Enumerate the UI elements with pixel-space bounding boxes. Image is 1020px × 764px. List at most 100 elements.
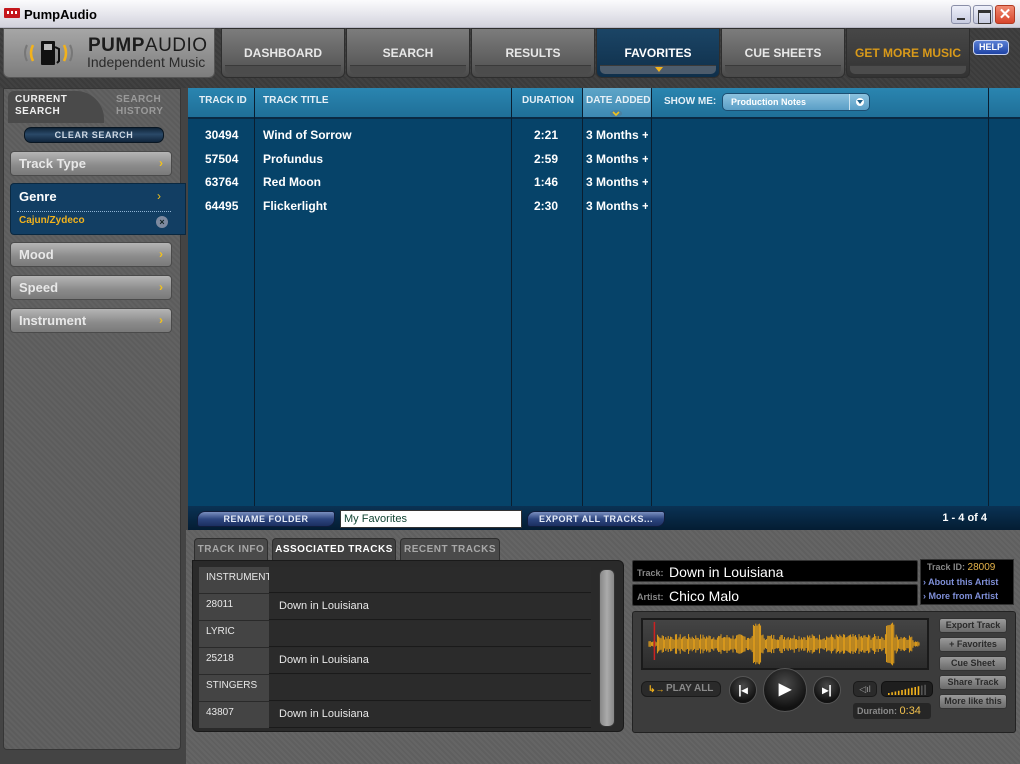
clear-search-button[interactable]: CLEAR SEARCH (24, 127, 164, 143)
share-track-button[interactable]: Share Track (939, 675, 1007, 690)
tab-recent-tracks[interactable]: RECENT TRACKS (400, 538, 500, 560)
group-header: LYRIC (199, 621, 591, 647)
remove-filter-icon[interactable]: × (156, 216, 168, 228)
show-me-dropdown[interactable]: Production Notes (722, 93, 870, 111)
filter-mood[interactable]: Mood › (10, 242, 172, 267)
rename-folder-button[interactable]: RENAME FOLDER (197, 511, 335, 527)
column-divider (988, 88, 989, 506)
filter-instrument[interactable]: Instrument › (10, 308, 172, 333)
play-all-button[interactable]: ↳→ PLAY ALL (641, 681, 721, 697)
volume-bar (921, 685, 923, 695)
export-all-tracks-button[interactable]: EXPORT ALL TRACKS... (527, 511, 665, 527)
column-divider (651, 88, 652, 506)
app-window: PumpAudio ✕ PUMPAUDIO Independent Music … (0, 0, 1020, 764)
header: PUMPAUDIO Independent Music DASHBOARD SE… (0, 28, 1020, 88)
play-button[interactable]: ▶ (763, 668, 807, 712)
nav-tab-dashboard[interactable]: DASHBOARD (221, 28, 345, 78)
group-header: STINGERS (199, 675, 591, 701)
scrollbar[interactable] (599, 569, 615, 727)
folder-name-input[interactable] (340, 510, 522, 528)
tab-current-search[interactable]: CURRENT SEARCH (15, 94, 67, 118)
chevron-right-icon: › (159, 280, 163, 294)
col-header-track-title[interactable]: TRACK TITLE (263, 88, 329, 117)
volume-icon[interactable]: ◁ıl (853, 681, 877, 697)
volume-bar (907, 688, 910, 695)
cue-sheet-button[interactable]: Cue Sheet (939, 656, 1007, 671)
show-me-label: SHOW ME: (664, 96, 717, 107)
tab-search-history[interactable]: SEARCH HISTORY (116, 94, 163, 118)
col-header-track-id[interactable]: TRACK ID (199, 88, 247, 117)
chevron-right-icon: › (159, 313, 163, 327)
divider (17, 211, 171, 212)
volume-bar (897, 690, 900, 695)
title-bar: PumpAudio ✕ (0, 0, 1020, 28)
nav-tab-results[interactable]: RESULTS (471, 28, 595, 78)
track-meta: Track ID: 28009 › About this Artist › Mo… (920, 559, 1014, 605)
next-track-button[interactable]: ▸| (813, 676, 841, 704)
favorites-track-list: TRACK ID TRACK TITLE DURATION DATE ADDED… (188, 88, 1020, 530)
duration-readout: Duration: 0:34 (853, 703, 931, 719)
help-button[interactable]: HELP (973, 40, 1009, 55)
associated-tracks-panel: INSTRUMENTAL 28011Down in Louisiana LYRI… (192, 560, 624, 732)
list-header: TRACK ID TRACK TITLE DURATION DATE ADDED… (188, 88, 1020, 119)
filter-track-type[interactable]: Track Type › (10, 151, 172, 176)
active-caret-icon (655, 67, 663, 72)
volume-bar (914, 687, 916, 695)
pagination-count: 1 - 4 of 4 (942, 512, 987, 524)
nav-tab-get-more-music[interactable]: GET MORE MUSIC (846, 28, 970, 78)
close-icon: ✕ (998, 6, 1012, 23)
player: Track: Down in Louisiana Artist: Chico Mal… (630, 558, 1018, 734)
track-row[interactable]: 63764 Red Moon 1:46 3 Months + (188, 172, 648, 192)
filter-speed[interactable]: Speed › (10, 275, 172, 300)
chevron-right-icon: › (159, 247, 163, 261)
volume-bar (911, 687, 913, 695)
nav-tab-favorites[interactable]: FAVORITES (596, 28, 720, 78)
more-from-artist-link[interactable]: › More from Artist (923, 591, 998, 601)
waveform[interactable] (641, 618, 929, 670)
volume-slider[interactable] (881, 681, 933, 697)
track-id-value: 28009 (967, 562, 996, 573)
associated-track-row[interactable]: 25218 Down in Louisiana (199, 648, 591, 674)
more-like-this-button[interactable]: More like this (939, 694, 1007, 709)
sort-descending-icon (610, 110, 622, 117)
col-header-date-added[interactable]: DATE ADDED (583, 88, 651, 117)
volume-level-bars (888, 684, 926, 695)
volume-bar (901, 690, 903, 695)
player-deck: ↳→ PLAY ALL |◂ ▶ ▸| ◁ıl Duration: 0:34 Ex… (632, 611, 1016, 733)
track-row[interactable]: 64495 Flickerlight 2:30 3 Months + (188, 196, 648, 216)
tab-associated-tracks[interactable]: ASSOCIATED TRACKS (272, 538, 396, 560)
logo: PUMPAUDIO Independent Music (3, 28, 215, 78)
list-footer: RENAME FOLDER EXPORT ALL TRACKS... 1 - 4… (188, 506, 1020, 530)
col-header-duration[interactable]: DURATION (522, 88, 574, 117)
associated-track-row[interactable]: 43807 Down in Louisiana (199, 702, 591, 728)
about-artist-link[interactable]: › About this Artist (923, 577, 998, 587)
volume-bar (917, 686, 920, 695)
tab-track-info[interactable]: TRACK INFO (194, 538, 268, 560)
track-name-field: Track: Down in Louisiana (632, 560, 918, 582)
volume-bar (924, 684, 926, 695)
track-row[interactable]: 57504 Profundus 2:59 3 Months + (188, 149, 648, 169)
associated-track-row[interactable]: 28011 Down in Louisiana (199, 594, 591, 620)
minimize-button[interactable] (951, 5, 971, 24)
pump-logo-icon (24, 41, 73, 65)
previous-track-button[interactable]: |◂ (729, 676, 757, 704)
volume-bar (904, 689, 907, 695)
add-favorites-button[interactable]: + Favorites (939, 637, 1007, 652)
associated-tracks-list: INSTRUMENTAL 28011Down in Louisiana LYRI… (199, 567, 591, 728)
close-button[interactable]: ✕ (995, 5, 1015, 24)
maximize-button[interactable] (973, 5, 993, 24)
skip-back-icon: |◂ (738, 683, 748, 697)
track-row[interactable]: 30494 Wind of Sorrow 2:21 3 Months + (188, 125, 648, 145)
volume-bar (891, 692, 893, 695)
skip-forward-icon: ▸| (822, 683, 832, 697)
volume-bar (894, 691, 897, 695)
nav-tab-search[interactable]: SEARCH (346, 28, 470, 78)
genre-selected-value: Cajun/Zydeco (19, 215, 85, 226)
play-icon: ▶ (778, 681, 792, 698)
filter-genre[interactable]: Genre › Cajun/Zydeco × (10, 183, 186, 235)
nav-tab-cue-sheets[interactable]: CUE SHEETS (721, 28, 845, 78)
chevron-down-icon (849, 94, 869, 110)
artist-name-field: Artist: Chico Malo (632, 584, 918, 606)
export-track-button[interactable]: Export Track (939, 618, 1007, 633)
chevron-right-icon: › (157, 189, 161, 203)
